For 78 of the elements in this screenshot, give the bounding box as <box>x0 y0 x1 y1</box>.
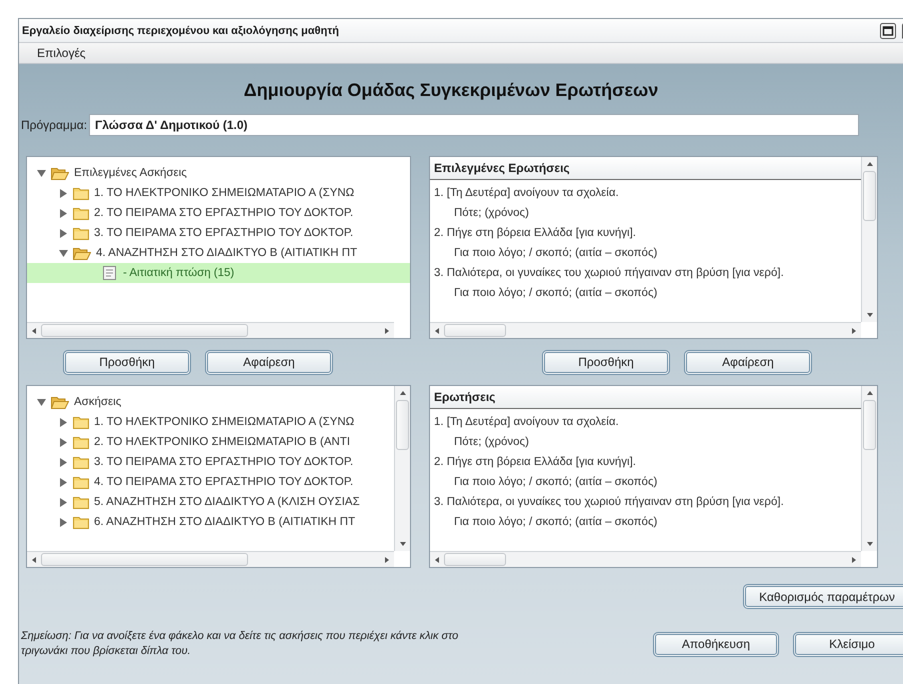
tree-item[interactable]: - Αιτιατική πτώση (15) <box>27 263 410 283</box>
tree-item[interactable]: 2. ΤΟ ΠΕΙΡΑΜΑ ΣΤΟ ΕΡΓΑΣΤΗΡΙΟ ΤΟΥ ΔΟΚΤΟΡ. <box>27 203 410 223</box>
scroll-thumb[interactable] <box>444 324 506 337</box>
remove-button[interactable]: Αφαίρεση <box>205 350 333 374</box>
tree-item[interactable]: Επιλεγμένες Ασκήσεις <box>27 163 410 183</box>
question-item[interactable]: 1. [Τη Δευτέρα] ανοίγουν τα σχολεία. <box>430 412 861 432</box>
program-field[interactable]: Γλώσσα Δ' Δημοτικού (1.0) <box>89 114 860 136</box>
folder-icon <box>73 496 89 508</box>
tree-item[interactable]: 2. ΤΟ ΗΛΕΚΤΡΟΝΙΚΟ ΣΗΜΕΙΩΜΑΤΑΡΙΟ Β (ΑΝΤΙ <box>27 432 394 452</box>
question-item[interactable]: Για ποιο λόγο; / σκοπό; (αιτία – σκοπός) <box>430 243 861 263</box>
tree-item[interactable]: 6. ΑΝΑΖΗΤΗΣΗ ΣΤΟ ΔΙΑΔΙΚΤΥΟ Β (ΑΙΤΙΑΤΙΚΗ ΠΤ <box>27 512 394 532</box>
question-item[interactable]: 1. [Τη Δευτέρα] ανοίγουν τα σχολεία. <box>430 183 861 203</box>
scroll-thumb[interactable] <box>41 324 248 337</box>
tree-item[interactable]: 1. ΤΟ ΗΛΕΚΤΡΟΝΙΚΟ ΣΗΜΕΙΩΜΑΤΑΡΙΟ Α (ΣΥΝΩ <box>27 412 394 432</box>
remove-button[interactable]: Αφαίρεση <box>684 350 812 374</box>
folder-icon <box>73 226 89 240</box>
collapsed-triangle-icon[interactable] <box>59 518 68 526</box>
question-item[interactable]: 3. Παλιότερα, οι γυναίκες του χωριού πήγαιναν στη βρύση [για νερό]. <box>430 492 861 512</box>
scroll-thumb[interactable] <box>863 400 876 450</box>
expanded-triangle-icon[interactable] <box>37 168 46 178</box>
menu-item[interactable]: Επιλογές <box>37 46 86 60</box>
scroll-thumb[interactable] <box>41 553 248 566</box>
collapsed-triangle-icon[interactable] <box>59 438 68 446</box>
collapsed-triangle-icon[interactable] <box>59 458 68 466</box>
collapsed-triangle-icon[interactable] <box>59 208 68 218</box>
vertical-scrollbar[interactable] <box>394 386 410 551</box>
collapsed-triangle-icon[interactable] <box>59 418 68 426</box>
page-heading: Δημιουργία Ομάδας Συγκεκριμένων Ερωτήσεων <box>242 80 660 101</box>
add-button[interactable]: Προσθήκη <box>63 350 191 374</box>
question-item[interactable]: 2. Πήγε στη βόρεια Ελλάδα [για κυνήγι]. <box>430 452 861 472</box>
horizontal-scrollbar[interactable] <box>430 322 861 338</box>
tree-item[interactable]: 5. ΑΝΑΖΗΤΗΣΗ ΣΤΟ ΔΙΑΔΙΚΤΥΟ Α (ΚΛΙΣΗ ΟΥΣΙΑΣ <box>27 492 394 512</box>
tree-item[interactable]: Ασκήσεις <box>27 392 394 412</box>
scroll-thumb[interactable] <box>863 171 876 221</box>
tree-item[interactable]: 3. ΤΟ ΠΕΙΡΑΜΑ ΣΤΟ ΕΡΓΑΣΤΗΡΙΟ ΤΟΥ ΔΟΚΤΟΡ. <box>27 223 410 243</box>
close-button[interactable]: Κλείσιμο <box>793 632 903 656</box>
tree-item[interactable]: 1. ΤΟ ΗΛΕΚΤΡΟΝΙΚΟ ΣΗΜΕΙΩΜΑΤΑΡΙΟ Α (ΣΥΝΩ <box>27 183 410 203</box>
tree-item[interactable]: 4. ΑΝΑΖΗΤΗΣΗ ΣΤΟ ΔΙΑΔΙΚΤΥΟ Β (ΑΙΤΙΑΤΙΚΗ ΠΤ <box>27 243 410 263</box>
save-button[interactable]: Αποθήκευση <box>653 632 779 656</box>
folder-icon <box>73 206 89 220</box>
folder-icon <box>73 516 89 528</box>
folder-icon <box>73 436 89 448</box>
scroll-thumb[interactable] <box>444 553 506 566</box>
open-folder-icon <box>51 166 69 180</box>
expanded-triangle-icon[interactable] <box>37 398 46 406</box>
add-button[interactable]: Προσθήκη <box>542 350 670 374</box>
folder-icon <box>73 476 89 488</box>
open-folder-icon <box>51 396 69 408</box>
expanded-triangle-icon[interactable] <box>59 248 68 258</box>
program-label: Πρόγραμμα: <box>21 118 88 132</box>
maximize-icon[interactable] <box>880 22 896 38</box>
collapsed-triangle-icon[interactable] <box>59 228 68 238</box>
collapsed-triangle-icon[interactable] <box>59 498 68 506</box>
scroll-thumb[interactable] <box>396 400 409 450</box>
folder-icon <box>73 186 89 200</box>
collapsed-triangle-icon[interactable] <box>59 188 68 198</box>
tree-item[interactable]: 3. ΤΟ ΠΕΙΡΑΜΑ ΣΤΟ ΕΡΓΑΣΤΗΡΙΟ ΤΟΥ ΔΟΚΤΟΡ. <box>27 452 394 472</box>
horizontal-scrollbar[interactable] <box>27 551 394 567</box>
folder-icon <box>73 416 89 428</box>
folder-icon <box>73 456 89 468</box>
question-item[interactable]: Για ποιο λόγο; / σκοπό; (αιτία – σκοπός) <box>430 512 861 532</box>
horizontal-scrollbar[interactable] <box>27 322 394 338</box>
window-title: Εργαλείο διαχείρισης περιεχομένου και αξιολόγησης μαθητή <box>22 24 340 36</box>
question-item[interactable]: Για ποιο λόγο; / σκοπό; (αιτία – σκοπός) <box>430 283 861 303</box>
open-folder-icon <box>73 246 91 260</box>
question-item[interactable]: 3. Παλιότερα, οι γυναίκες του χωριού πήγαιναν στη βρύση [για νερό]. <box>430 263 861 283</box>
document-icon <box>103 266 116 280</box>
note-text: Σημείωση: Για να ανοίξετε ένα φάκελο και να δείτε τις ασκήσεις που περιέχει κάντε κλικ στο τριγωνάκι που βρίσκεται δίπλα του. <box>21 629 460 659</box>
parameters-button[interactable]: Καθορισμός παραμέτρων <box>743 584 903 609</box>
vertical-scrollbar[interactable] <box>861 386 877 551</box>
question-item[interactable]: Για ποιο λόγο; / σκοπό; (αιτία – σκοπός) <box>430 472 861 492</box>
vertical-scrollbar[interactable] <box>861 157 877 322</box>
question-item[interactable]: Πότε; (χρόνος) <box>430 203 861 223</box>
tree-item[interactable]: 4. ΤΟ ΠΕΙΡΑΜΑ ΣΤΟ ΕΡΓΑΣΤΗΡΙΟ ΤΟΥ ΔΟΚΤΟΡ. <box>27 472 394 492</box>
collapsed-triangle-icon[interactable] <box>59 478 68 486</box>
horizontal-scrollbar[interactable] <box>430 551 861 567</box>
question-item[interactable]: Πότε; (χρόνος) <box>430 432 861 452</box>
question-item[interactable]: 2. Πήγε στη βόρεια Ελλάδα [για κυνήγι]. <box>430 223 861 243</box>
